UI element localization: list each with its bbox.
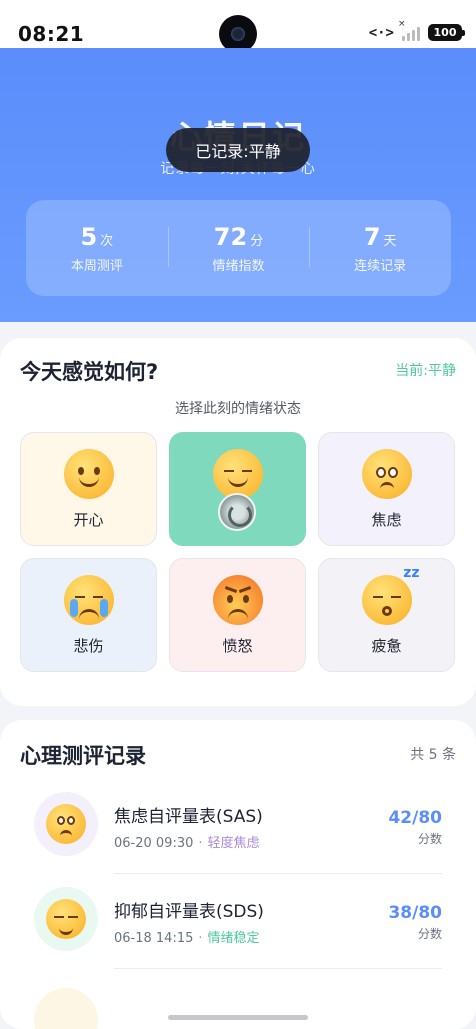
record-avatar	[34, 792, 98, 856]
stat-label: 本周测评	[70, 258, 123, 274]
status-bar: 08:21 <·> × 100	[0, 0, 476, 53]
no-signal-icon: ×	[398, 18, 406, 29]
stat-label: 情绪指数	[212, 258, 265, 274]
stat-value: 72	[213, 222, 248, 251]
mood-card: 今天感觉如何? 当前:平静 选择此刻的情绪状态 开心 平静 焦虑 悲伤 愤怒 z…	[0, 338, 476, 706]
mood-label: 愤怒	[222, 636, 253, 655]
stat-weekly-tests: 5次 本周测评	[26, 223, 168, 274]
mood-option-happy[interactable]: 开心	[20, 432, 157, 546]
mood-subtitle: 选择此刻的情绪状态	[175, 401, 301, 417]
loading-spinner-icon	[218, 493, 256, 531]
stat-streak: 7天 连续记录	[309, 223, 451, 274]
score-value: 42/80	[388, 808, 442, 828]
battery-icon: 100	[428, 24, 465, 41]
stat-emotion-index: 72 分 情绪指数	[167, 222, 310, 274]
stats-card: 5次 本周测评 72 分 情绪指数 7天 连续记录	[26, 200, 451, 296]
record-tag: 情绪稳定	[207, 931, 260, 946]
network-activity-icon: <·>	[368, 24, 394, 41]
stat-value: 5	[80, 222, 98, 251]
relieved-face-icon	[46, 899, 86, 939]
divider	[114, 968, 442, 969]
score-label: 分数	[417, 927, 442, 941]
mood-label: 焦虑	[371, 510, 402, 529]
record-avatar	[34, 887, 98, 951]
home-indicator[interactable]	[168, 1015, 308, 1020]
smiling-face-icon	[63, 448, 114, 499]
record-date: 06-18 14:15	[114, 931, 194, 946]
stat-unit: 次	[100, 233, 114, 249]
header: 心情日记 记录每一刻,关怀每一心 5次 本周测评 72分 情绪指数 7天 连续记…	[0, 48, 476, 322]
mood-label: 悲伤	[73, 636, 104, 655]
record-meta: 06-18 14:15 · 情绪稳定	[114, 931, 260, 946]
stat-unit: 分	[250, 233, 264, 249]
stat-unit: 天	[383, 233, 397, 249]
mood-label: 开心	[73, 510, 104, 529]
stat-label: 连续记录	[354, 258, 407, 274]
crying-face-icon	[63, 574, 114, 625]
record-item[interactable]: 抑郁自评量表(SDS) 06-18 14:15 · 情绪稳定 38/80 分数	[34, 875, 442, 969]
record-name: 抑郁自评量表(SDS)	[114, 902, 264, 922]
record-name: 焦虑自评量表(SAS)	[114, 807, 263, 827]
status-icons: <·> × 100	[368, 19, 465, 41]
score-value: 38/80	[388, 903, 442, 923]
record-date: 06-20 09:30	[114, 836, 194, 851]
records-count: 共 5 条	[410, 747, 456, 763]
record-tag: 轻度焦虑	[207, 836, 260, 851]
angry-face-icon	[212, 574, 263, 625]
score-label: 分数	[417, 832, 442, 846]
divider	[114, 873, 442, 874]
relieved-face-icon	[212, 448, 263, 499]
record-score: 42/80 分数	[388, 808, 442, 847]
mood-option-sad[interactable]: 悲伤	[20, 558, 157, 672]
stat-value: 7	[363, 222, 381, 251]
mood-option-tired[interactable]: zz 疲惫	[318, 558, 455, 672]
record-item[interactable]: 焦虑自评量表(SAS) 06-20 09:30 · 轻度焦虑 42/80 分数	[34, 780, 442, 874]
signal-icon: ×	[398, 19, 420, 41]
mood-option-angry[interactable]: 愤怒	[169, 558, 306, 672]
mood-option-anxious[interactable]: 焦虑	[318, 432, 455, 546]
battery-level: 100	[433, 26, 457, 39]
mood-label: 疲惫	[371, 636, 402, 655]
worried-face-icon	[361, 448, 412, 499]
toast-message: 已记录:平静	[166, 128, 310, 172]
records-title: 心理测评记录	[20, 744, 146, 768]
mood-title: 今天感觉如何?	[20, 360, 159, 384]
mood-grid: 开心 平静 焦虑 悲伤 愤怒 zz 疲惫	[20, 432, 456, 672]
mood-option-calm[interactable]: 平静	[169, 432, 306, 546]
records-card: 心理测评记录 共 5 条 焦虑自评量表(SAS) 06-20 09:30 · 轻度焦…	[0, 720, 476, 1029]
current-mood: 当前:平静	[395, 363, 456, 379]
sleepy-face-icon: zz	[361, 565, 420, 625]
worried-face-icon	[46, 804, 86, 844]
record-score: 38/80 分数	[388, 903, 442, 942]
record-meta: 06-20 09:30 · 轻度焦虑	[114, 836, 260, 851]
status-time: 08:21	[18, 22, 85, 46]
